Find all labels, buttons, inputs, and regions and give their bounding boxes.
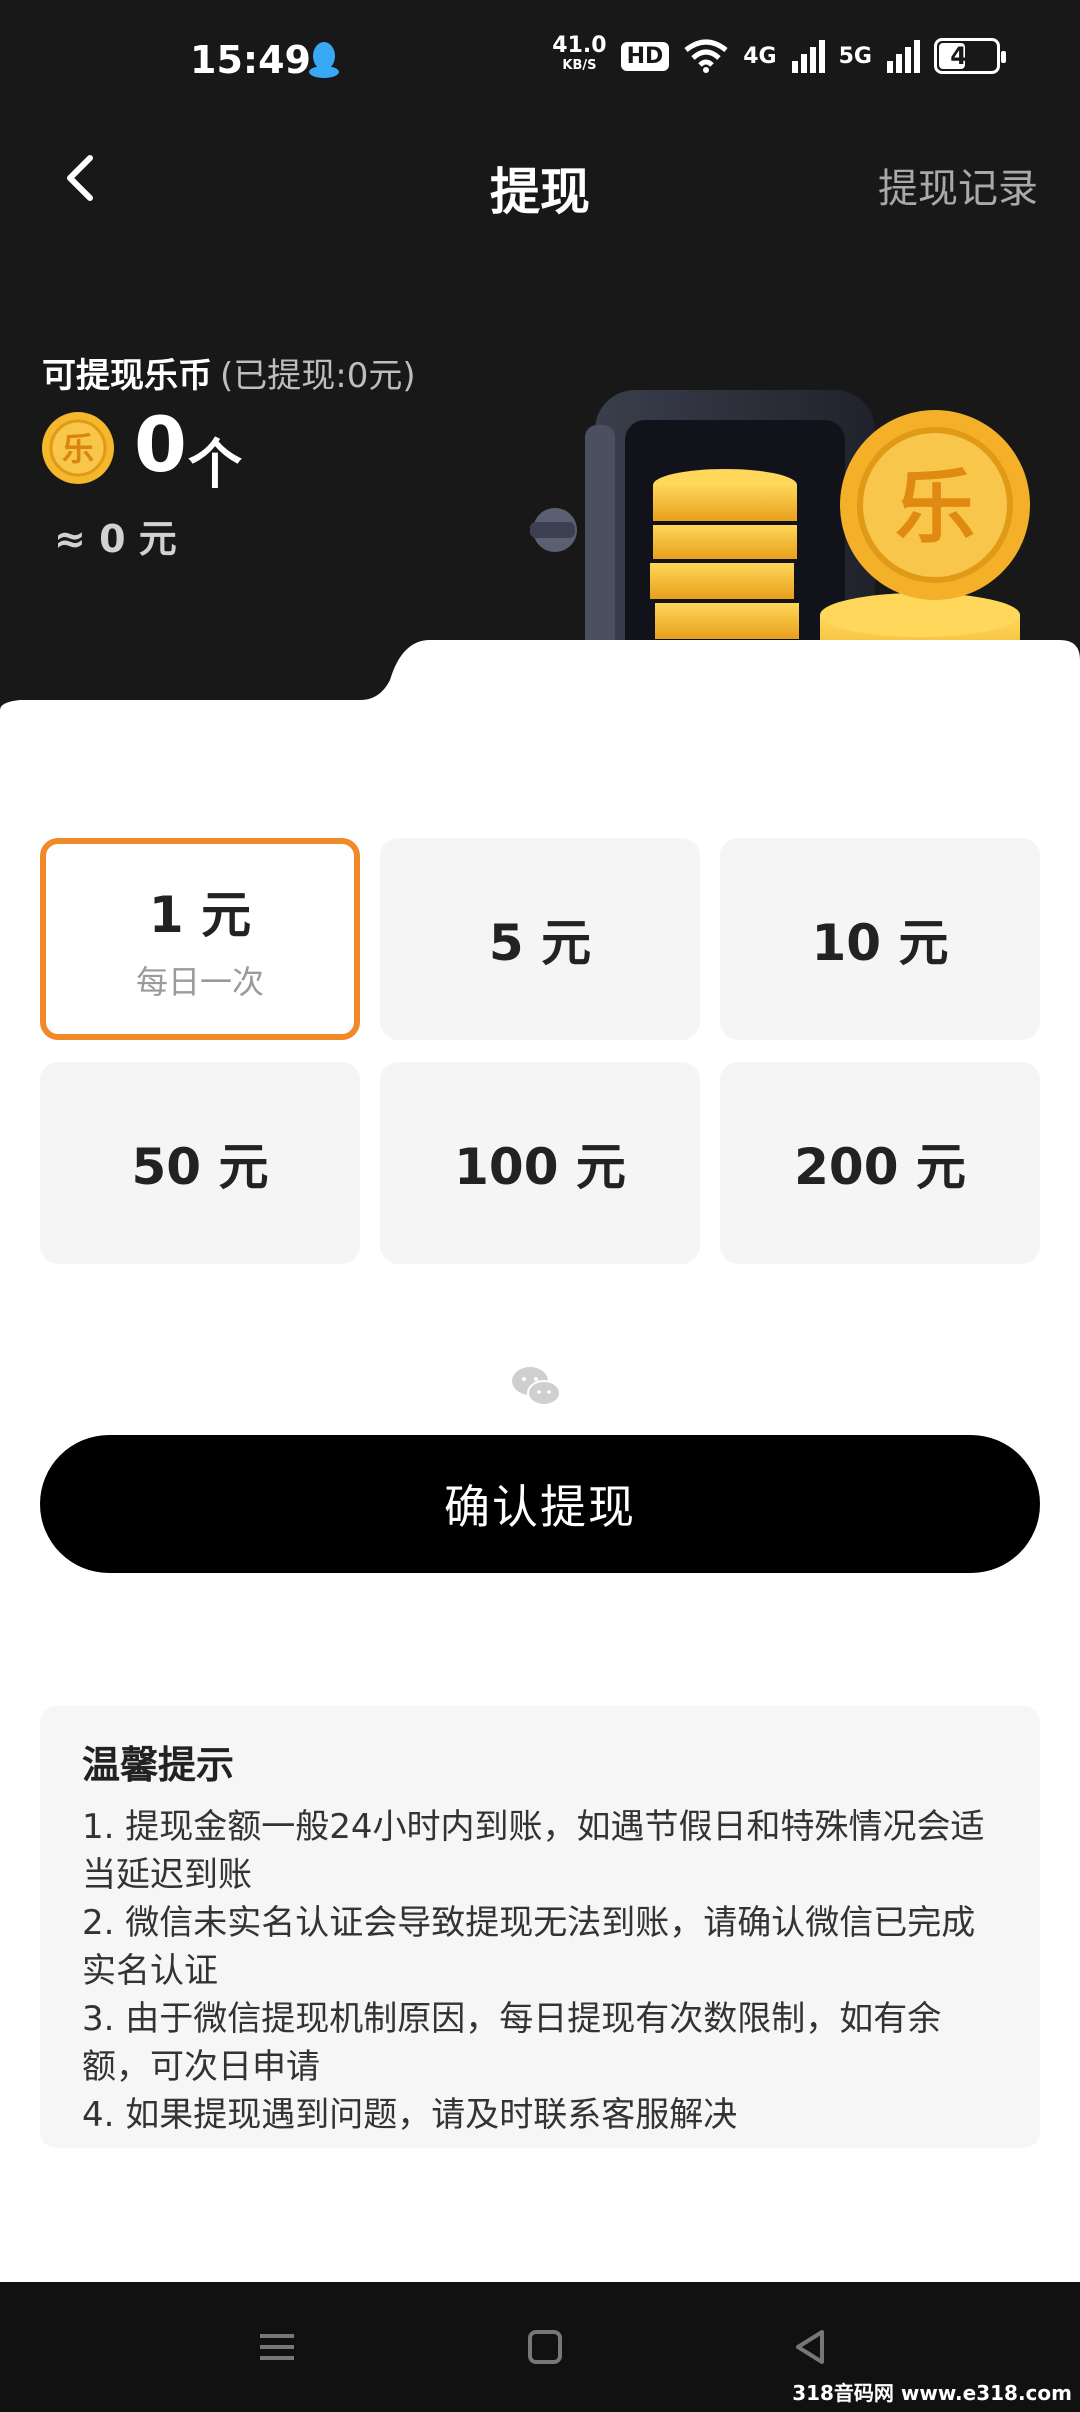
battery-icon: 47 — [934, 38, 1006, 74]
wechat-icon — [512, 1367, 561, 1406]
hd-icon: HD — [620, 41, 670, 71]
status-icons: 41.0 KB/S HD 4G 5G 47 — [552, 33, 1006, 76]
back-icon[interactable] — [786, 2322, 836, 2372]
tip-item: 3. 由于微信提现机制原因，每日提现有次数限制，如有余额，可次日申请 — [82, 1999, 942, 2087]
withdraw-history-link[interactable]: 提现记录 — [878, 156, 1038, 214]
signal-icon-2 — [887, 40, 920, 73]
status-bar: 15:49 41.0 KB/S HD 4G 5G 47 — [0, 0, 1080, 120]
amount-option-50[interactable]: 50 元 — [40, 1062, 360, 1264]
daily-limit-note: 每日一次 — [135, 963, 264, 1001]
withdrawn-amount: (已提现:0元) — [220, 356, 416, 396]
confirm-withdraw-button[interactable]: 确认提现 — [40, 1435, 1040, 1573]
tip-item: 2. 微信未实名认证会导致提现无法到账，请确认微信已完成实名认证 — [82, 1903, 976, 1991]
network-4g-label: 4G — [743, 43, 777, 69]
tip-item: 4. 如果提现遇到问题，请及时联系客服解决 — [82, 2095, 738, 2135]
wifi-icon — [684, 39, 728, 73]
signal-icon-1 — [791, 40, 825, 73]
amount-options-grid: 1 元 每日一次 5 元 10 元 50 元 100 元 200 元 — [40, 838, 1040, 1264]
network-speed: 41.0 KB/S — [552, 33, 607, 74]
tips-panel: 温馨提示 1. 提现金额一般24小时内到账，如遇节假日和特殊情况会适当延迟到账 … — [40, 1706, 1040, 2148]
balance-label: 可提现乐币 (已提现:0元) — [42, 356, 416, 396]
tips-title: 温馨提示 — [82, 1743, 235, 1787]
menu-icon[interactable] — [252, 2322, 302, 2372]
coin-icon: 乐 — [42, 412, 114, 484]
watermark: 318音码网 www.e318.com — [792, 2381, 1072, 2405]
balance-amount: 0 — [134, 400, 187, 489]
qq-icon — [309, 42, 339, 78]
amount-option-200[interactable]: 200 元 — [720, 1062, 1040, 1264]
balance-unit: 个 — [188, 433, 242, 496]
content-card-top — [0, 640, 1080, 840]
status-time: 15:49 — [190, 38, 311, 82]
network-5g-label: 5G — [838, 43, 872, 69]
svg-text:乐: 乐 — [62, 430, 94, 468]
tip-item: 1. 提现金额一般24小时内到账，如遇节假日和特殊情况会适当延迟到账 — [82, 1807, 985, 1895]
system-navigation-bar: 318音码网 www.e318.com — [0, 2282, 1080, 2412]
amount-option-1[interactable]: 1 元 每日一次 — [40, 838, 360, 1040]
nav-bar: 提现 提现记录 — [0, 130, 1080, 230]
balance-approx: ≈ 0 元 — [54, 517, 177, 561]
amount-option-5[interactable]: 5 元 — [380, 838, 700, 1040]
svg-text:乐: 乐 — [895, 461, 975, 554]
amount-option-100[interactable]: 100 元 — [380, 1062, 700, 1264]
home-icon[interactable] — [520, 2322, 570, 2372]
amount-option-10[interactable]: 10 元 — [720, 838, 1040, 1040]
